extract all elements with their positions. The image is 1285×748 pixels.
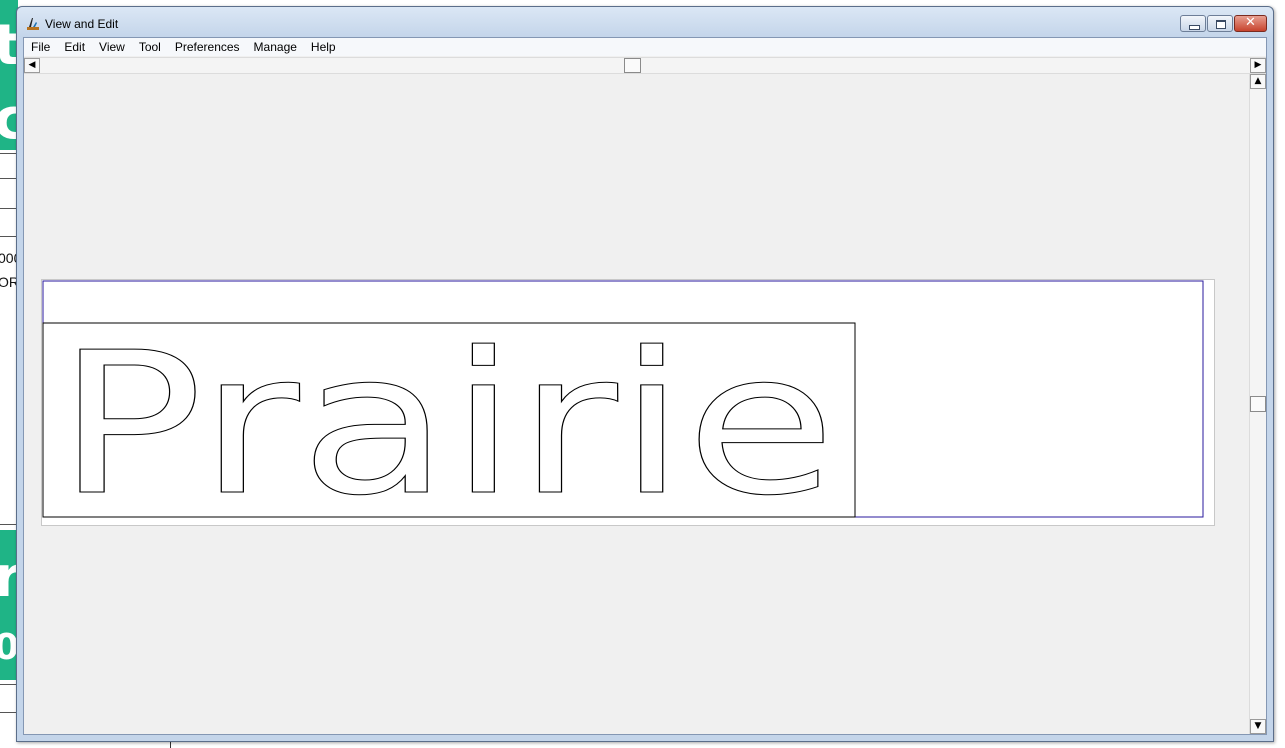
maximize-button[interactable] — [1207, 15, 1233, 32]
menu-help[interactable]: Help — [304, 38, 343, 56]
window-controls: ✕ — [1179, 15, 1267, 33]
window-title: View and Edit — [45, 17, 119, 31]
scroll-down-button[interactable]: ▼ — [1250, 719, 1266, 734]
close-icon: ✕ — [1245, 15, 1256, 30]
close-button[interactable]: ✕ — [1234, 15, 1267, 32]
menu-manage[interactable]: Manage — [247, 38, 304, 56]
vertical-scrollbar[interactable]: ▲ ▼ — [1249, 74, 1266, 734]
arrow-left-icon: ◀ — [28, 60, 36, 70]
scroll-right-button[interactable]: ▶ — [1250, 58, 1266, 73]
minimize-icon — [1189, 25, 1200, 30]
minimize-button[interactable] — [1180, 15, 1206, 32]
vertical-scroll-thumb[interactable] — [1250, 396, 1266, 412]
menu-tool[interactable]: Tool — [132, 38, 168, 56]
horizontal-scrollbar[interactable]: ◀ ▶ — [24, 57, 1266, 74]
client-area: File Edit View Tool Preferences Manage H… — [23, 37, 1267, 735]
menu-file[interactable]: File — [24, 38, 57, 56]
scroll-up-button[interactable]: ▲ — [1250, 74, 1266, 89]
maximize-icon — [1216, 20, 1226, 29]
menu-preferences[interactable]: Preferences — [168, 38, 247, 56]
outlined-text-prairie[interactable]: Prairie — [56, 311, 837, 528]
view-and-edit-window: View and Edit ✕ File Edit View Tool Pref… — [16, 6, 1274, 742]
menu-edit[interactable]: Edit — [57, 38, 92, 56]
app-icon — [25, 16, 41, 32]
scroll-left-button[interactable]: ◀ — [24, 58, 40, 73]
arrow-down-icon: ▼ — [1254, 721, 1262, 731]
menu-bar: File Edit View Tool Preferences Manage H… — [24, 38, 1266, 56]
title-bar[interactable]: View and Edit ✕ — [17, 7, 1273, 37]
design-canvas[interactable]: Prairie — [41, 279, 1215, 528]
arrow-right-icon: ▶ — [1254, 60, 1262, 70]
arrow-up-icon: ▲ — [1254, 76, 1262, 86]
menu-view[interactable]: View — [92, 38, 132, 56]
design-drawing: Prairie — [42, 280, 1204, 528]
horizontal-scroll-thumb[interactable] — [624, 58, 641, 73]
